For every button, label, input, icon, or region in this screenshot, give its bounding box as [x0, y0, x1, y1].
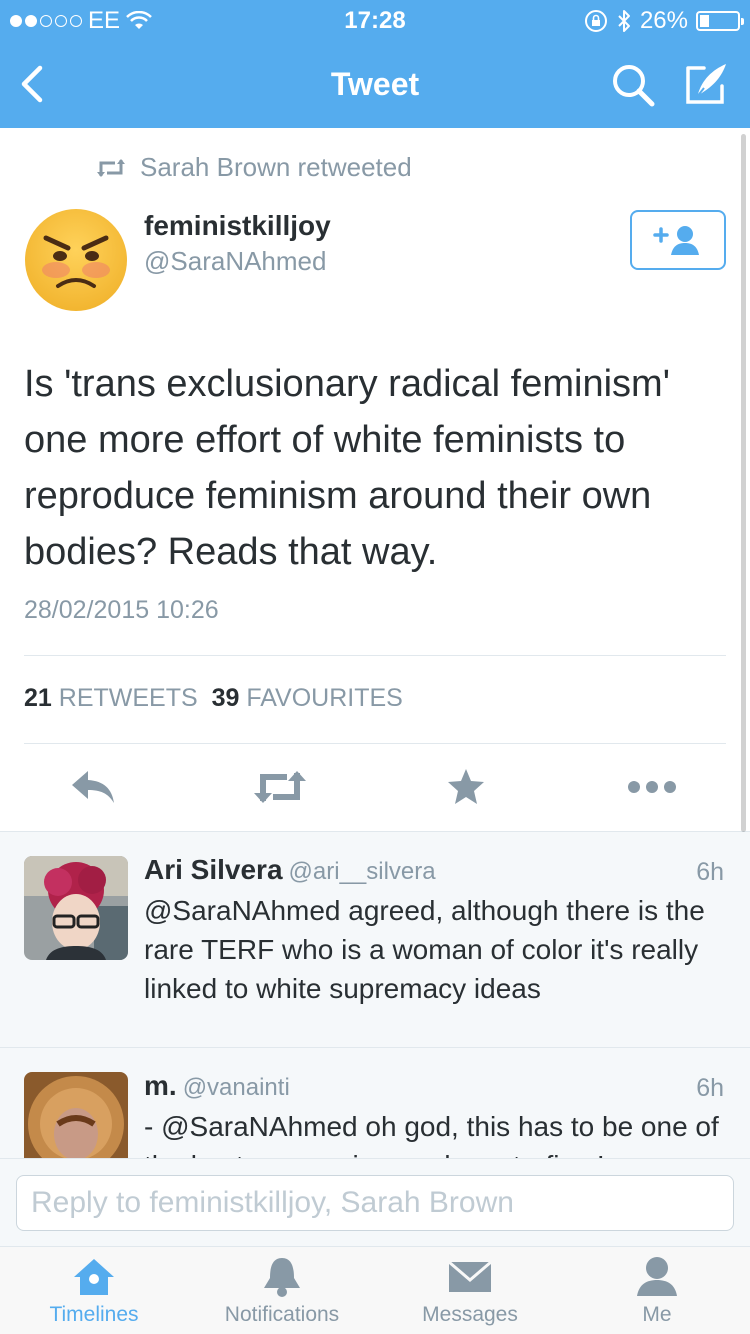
- favourite-count[interactable]: 39: [212, 684, 240, 712]
- reply-icon: [72, 771, 114, 803]
- battery-percent: 26%: [639, 7, 688, 34]
- tab-me[interactable]: Me: [564, 1247, 750, 1334]
- retweet-button[interactable]: [250, 762, 310, 812]
- search-icon[interactable]: [610, 62, 656, 108]
- reply-avatar[interactable]: [24, 856, 128, 960]
- tweet-text: Is 'trans exclusionary radical feminism'…: [24, 363, 670, 573]
- divider: [24, 743, 726, 744]
- tweet-actions: [0, 762, 750, 812]
- tab-timelines[interactable]: Timelines: [0, 1247, 188, 1334]
- tab-messages[interactable]: Messages: [376, 1247, 564, 1334]
- retweet-icon: [254, 771, 306, 803]
- compose-icon[interactable]: [682, 60, 730, 108]
- more-button[interactable]: [622, 762, 682, 812]
- home-icon: [74, 1259, 114, 1295]
- reply-button[interactable]: [64, 762, 124, 812]
- list-item[interactable]: Ari Silvera @ari__silvera 6h @SaraNAhmed …: [0, 832, 750, 1047]
- reply-author-name: m.: [144, 1070, 177, 1101]
- tab-label: Messages: [422, 1303, 518, 1326]
- more-dots-icon: [628, 781, 676, 793]
- tab-label: Me: [642, 1303, 672, 1326]
- author-handle[interactable]: @SaraNAhmed: [144, 246, 326, 277]
- list-item[interactable]: m. @vanainti 6h - @SaraNAhmed oh god, thi…: [0, 1048, 750, 1159]
- follow-person-plus-icon: [653, 226, 699, 255]
- tab-label: Timelines: [49, 1303, 139, 1326]
- reply-author-handle: @vanainti: [182, 1074, 290, 1101]
- tweet-timestamp: 28/02/2015 10:26: [24, 596, 219, 624]
- favourite-button[interactable]: [436, 762, 496, 812]
- divider: [24, 655, 726, 656]
- reply-bar: [0, 1158, 750, 1246]
- bell-icon: [264, 1258, 300, 1297]
- retweet-icon: [97, 158, 125, 177]
- reply-author-handle: @ari__silvera: [288, 858, 436, 885]
- reply-author[interactable]: m. @vanainti: [144, 1070, 290, 1102]
- reply-text: - @SaraNAhmed oh god, this has to be one…: [144, 1111, 719, 1159]
- envelope-icon: [448, 1260, 492, 1292]
- nav-bar: Tweet: [0, 40, 750, 128]
- retweet-count[interactable]: 21: [24, 684, 52, 712]
- tweet-stats: 21 RETWEETS 39 FAVOURITES: [24, 684, 403, 713]
- orientation-lock-icon: [584, 10, 607, 32]
- star-icon: [448, 769, 484, 804]
- reply-author[interactable]: Ari Silvera @ari__silvera: [144, 854, 436, 886]
- battery-icon: [696, 11, 744, 31]
- favourites-label[interactable]: FAVOURITES: [246, 684, 403, 712]
- bluetooth-icon: [618, 10, 630, 32]
- retweeted-by-label: Sarah Brown retweeted: [140, 152, 412, 182]
- person-icon: [637, 1257, 677, 1296]
- follow-button[interactable]: [630, 210, 726, 270]
- reply-author-name: Ari Silvera: [144, 854, 283, 885]
- retweets-label[interactable]: RETWEETS: [59, 684, 198, 712]
- status-bar: EE 17:28 26%: [0, 0, 750, 40]
- tab-label: Notifications: [224, 1303, 340, 1326]
- reply-text: @SaraNAhmed agreed, although there is th…: [144, 895, 705, 1004]
- reply-avatar[interactable]: [24, 1072, 128, 1159]
- reply-input[interactable]: [16, 1175, 734, 1231]
- tab-bar: Timelines Notifications Messages Me: [0, 1246, 750, 1334]
- scrollbar[interactable]: [741, 134, 746, 832]
- retweeted-by-line[interactable]: Sarah Brown retweeted: [96, 152, 412, 183]
- author-name[interactable]: feministkilljoy: [144, 210, 331, 242]
- reply-time: 6h: [696, 1074, 724, 1102]
- tab-notifications[interactable]: Notifications: [188, 1247, 376, 1334]
- author-avatar[interactable]: [24, 208, 128, 312]
- replies-list: Ari Silvera @ari__silvera 6h @SaraNAhmed …: [0, 831, 750, 1159]
- reply-time: 6h: [696, 858, 724, 886]
- top-bar: EE 17:28 26% Tweet: [0, 0, 750, 128]
